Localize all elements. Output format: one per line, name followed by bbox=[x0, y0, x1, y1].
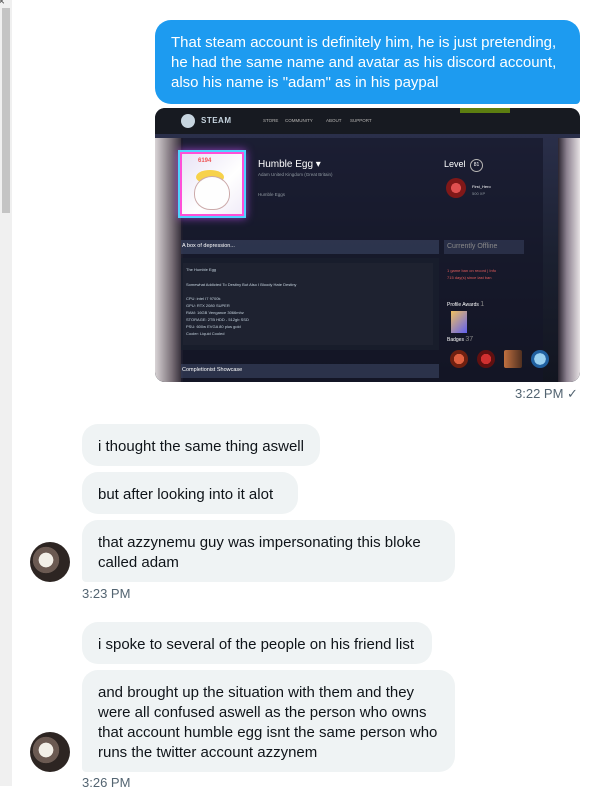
favorite-badge-xp: 500 XP bbox=[472, 191, 486, 196]
avatar[interactable] bbox=[30, 542, 70, 582]
summary-line: STORAGE: 2TB HDD - 512gb SSD bbox=[186, 317, 249, 322]
egg-shell-icon bbox=[194, 176, 230, 210]
close-icon[interactable]: × bbox=[0, 0, 5, 8]
outgoing-message[interactable]: That steam account is definitely him, he… bbox=[155, 20, 580, 104]
incoming-message[interactable]: that azzynemu guy was impersonating this… bbox=[82, 520, 455, 582]
steam-status-line: Humble Eggs bbox=[258, 192, 286, 197]
avatar-text: 6194 bbox=[198, 158, 212, 164]
message-text: that azzynemu guy was impersonating this… bbox=[98, 534, 421, 571]
message-text: That steam account is definitely him, he… bbox=[171, 34, 557, 91]
steam-nav-support: SUPPORT bbox=[350, 118, 372, 123]
badge-icon bbox=[504, 350, 522, 368]
summary-line: The Humble Egg bbox=[186, 267, 217, 272]
steam-real-name: Adam United Kingdom (Great Britain) bbox=[258, 172, 333, 177]
badge-icon bbox=[450, 350, 468, 368]
message-text: i thought the same thing aswell bbox=[98, 438, 304, 455]
message-timestamp: 3:23 PM bbox=[82, 586, 131, 601]
profile-awards: Profile Awards 1 bbox=[447, 301, 484, 308]
steam-level-label: Level bbox=[444, 159, 466, 169]
online-status: Currently Offline bbox=[447, 243, 498, 250]
summary-line: RAM: 16GB Vengance 3066mhz bbox=[186, 310, 244, 315]
summary-line: Cooler: Liquid Cooled bbox=[186, 331, 225, 336]
steam-install-button bbox=[460, 108, 510, 113]
background-art-right bbox=[558, 138, 580, 382]
favorite-badge-icon bbox=[446, 178, 466, 198]
message-text: but after looking into it alot bbox=[98, 486, 274, 503]
steam-level-badge: 81 bbox=[470, 159, 483, 172]
steam-logo-text: STEAM bbox=[201, 116, 232, 125]
incoming-message[interactable]: but after looking into it alot bbox=[82, 472, 298, 514]
message-text: i spoke to several of the people on his … bbox=[98, 636, 415, 653]
message-text: and brought up the situation with them a… bbox=[98, 684, 438, 761]
message-timestamp: 3:26 PM bbox=[82, 775, 131, 790]
badges-label: Badges bbox=[447, 337, 464, 343]
scrollbar-thumb[interactable] bbox=[2, 8, 10, 213]
badges: Badges 37 bbox=[447, 336, 473, 343]
steam-nav-about: ABOUT bbox=[326, 118, 342, 123]
background-art-left bbox=[155, 138, 183, 382]
steam-nav-store: STORE bbox=[263, 118, 279, 123]
favorite-badge-name: First_Hero bbox=[472, 184, 491, 189]
awards-label: Profile Awards bbox=[447, 302, 479, 308]
summary-line: Somewhat Addicted To Destiny But Also I … bbox=[186, 282, 297, 287]
summary-line: GPU: RTX 2080 SUPER bbox=[186, 303, 230, 308]
read-check-icon: ✓ bbox=[567, 386, 578, 401]
badge-icon bbox=[477, 350, 495, 368]
incoming-message[interactable]: i thought the same thing aswell bbox=[82, 424, 320, 466]
awards-count: 1 bbox=[480, 301, 485, 308]
steam-logo-icon bbox=[181, 114, 195, 128]
summary-line: CPU: intel I7 9700k bbox=[186, 296, 221, 301]
steam-avatar: 6194 bbox=[182, 154, 242, 214]
ban-line: 715 day(s) since last ban bbox=[447, 275, 492, 280]
award-icon bbox=[451, 311, 467, 333]
showcase-title: Completionist Showcase bbox=[182, 367, 243, 373]
incoming-message[interactable]: and brought up the situation with them a… bbox=[82, 670, 455, 772]
timestamp-text: 3:22 PM bbox=[515, 386, 564, 401]
incoming-message[interactable]: i spoke to several of the people on his … bbox=[82, 622, 432, 664]
scrollbar[interactable] bbox=[0, 0, 12, 786]
summary-title: A box of depression... bbox=[182, 243, 235, 249]
message-timestamp: 3:22 PM ✓ bbox=[515, 386, 578, 402]
steam-nav-community: COMMUNITY bbox=[285, 118, 313, 123]
image-attachment-steam-profile[interactable]: STEAM STORE COMMUNITY ABOUT SUPPORT 6194… bbox=[155, 108, 580, 382]
avatar[interactable] bbox=[30, 732, 70, 772]
badge-icon bbox=[531, 350, 549, 368]
summary-line: PSU: 600w EVGA 80 plus gold bbox=[186, 324, 241, 329]
steam-profile-name: Humble Egg ▾ bbox=[258, 159, 321, 170]
badges-count: 37 bbox=[465, 336, 474, 343]
ban-line: 1 game ban on record | Info bbox=[447, 268, 497, 273]
